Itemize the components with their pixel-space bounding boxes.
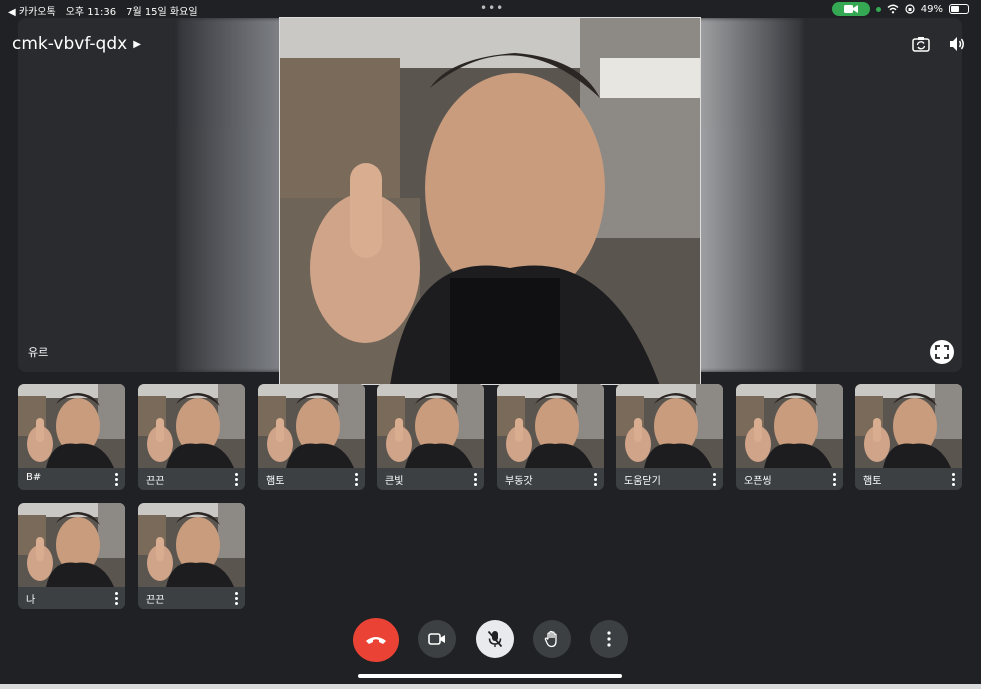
participant-photo [138, 503, 245, 587]
home-indicator[interactable] [358, 674, 622, 678]
participant-name: 부동갓 [505, 476, 533, 487]
microphone-off-icon [487, 630, 503, 648]
participant-name: 끈끈 [146, 595, 165, 606]
participant-name: 오픈씽 [744, 476, 772, 487]
chevron-right-icon: ▶ [133, 38, 141, 50]
hand-icon [544, 630, 557, 648]
participant-photo [280, 18, 700, 384]
back-to-app-link[interactable]: ◀ 카카오톡 [8, 3, 56, 18]
meeting-code-button[interactable]: cmk-vbvf-qdx ▶ [12, 34, 141, 54]
call-controls [0, 618, 981, 664]
participant-photo [377, 384, 484, 468]
participant-tile[interactable]: 끈끈 [138, 384, 245, 490]
more-vertical-icon[interactable] [948, 471, 958, 487]
meeting-code: cmk-vbvf-qdx [12, 34, 128, 54]
status-bar: ◀ 카카오톡 오후 11:36 7월 15일 화요일 ••• 49% [0, 0, 981, 18]
camera-toggle-button[interactable] [418, 620, 456, 658]
multitasking-dots[interactable]: ••• [480, 1, 504, 15]
video-camera-icon [843, 5, 858, 13]
more-vertical-icon[interactable] [231, 471, 241, 487]
camera-in-use-indicator[interactable] [831, 2, 870, 16]
main-speaker-name: 유르 [28, 346, 49, 359]
participant-photo [497, 384, 604, 468]
participant-photo [736, 384, 843, 468]
participant-photo [18, 384, 125, 468]
switch-camera-icon[interactable] [911, 34, 931, 54]
participant-name: 햄토 [266, 476, 285, 487]
participant-photo [258, 384, 365, 468]
fullscreen-icon [935, 345, 949, 359]
more-vertical-icon[interactable] [351, 471, 361, 487]
microphone-toggle-button[interactable] [476, 620, 514, 658]
participant-tile[interactable]: B# [18, 384, 125, 490]
fullscreen-button[interactable] [930, 340, 954, 364]
orientation-lock-icon [905, 4, 915, 14]
more-vertical-icon[interactable] [590, 471, 600, 487]
participant-photo [18, 503, 125, 587]
participant-photo [855, 384, 962, 468]
participant-name: 끈끈 [146, 476, 165, 487]
participant-tile[interactable]: 큰빛 [377, 384, 484, 490]
more-vertical-icon[interactable] [829, 471, 839, 487]
participant-tile[interactable]: 부동갓 [497, 384, 604, 490]
more-options-button[interactable] [590, 620, 628, 658]
status-time: 오후 11:36 [65, 7, 117, 18]
participant-name: B# [26, 472, 42, 483]
battery-percent: 49% [920, 3, 943, 15]
video-camera-icon [428, 633, 445, 645]
participant-tile[interactable]: 햄토 [258, 384, 365, 490]
participant-name: 나 [26, 595, 36, 606]
speaker-volume-icon[interactable] [947, 34, 967, 54]
participant-photo [616, 384, 723, 468]
raise-hand-button[interactable] [533, 620, 571, 658]
hang-up-icon [366, 637, 386, 644]
more-vertical-icon [607, 631, 611, 647]
more-vertical-icon[interactable] [231, 590, 241, 606]
more-vertical-icon[interactable] [470, 471, 480, 487]
end-call-button[interactable] [353, 618, 399, 662]
participant-name: 햄토 [863, 476, 882, 487]
status-date: 7월 15일 화요일 [126, 7, 198, 18]
battery-icon [949, 4, 969, 14]
self-view-video[interactable] [279, 17, 701, 385]
participant-tile[interactable]: 끈끈 [138, 503, 245, 609]
wifi-icon [887, 4, 899, 14]
participant-name: 도움닫기 [624, 476, 661, 487]
participant-name: 큰빛 [385, 476, 404, 487]
more-vertical-icon[interactable] [709, 471, 719, 487]
participant-tile[interactable]: 도움닫기 [616, 384, 723, 490]
more-vertical-icon[interactable] [111, 471, 121, 487]
participant-tile[interactable]: 햄토 [855, 384, 962, 490]
participant-tile[interactable]: 오픈씽 [736, 384, 843, 490]
participant-tile[interactable]: 나 [18, 503, 125, 609]
participant-photo [138, 384, 245, 468]
more-vertical-icon[interactable] [111, 590, 121, 606]
green-dot-icon [875, 6, 881, 12]
